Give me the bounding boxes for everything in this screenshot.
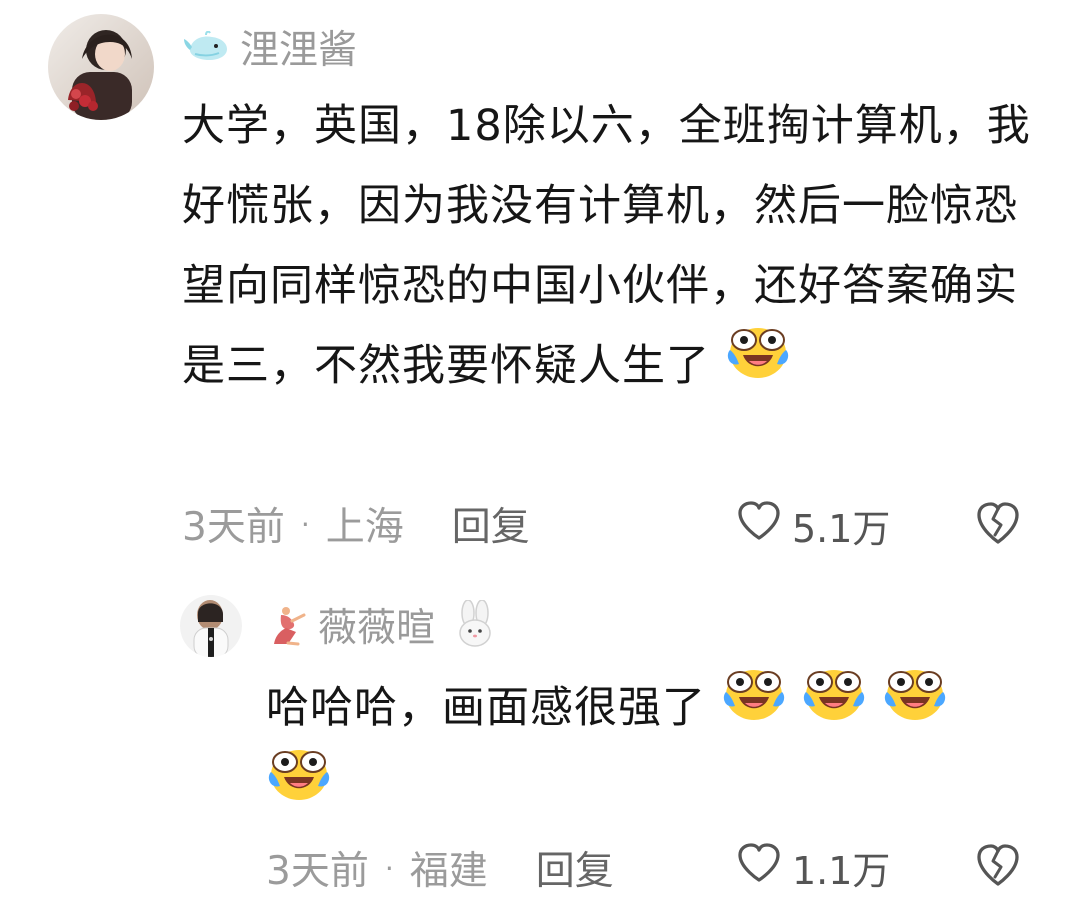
broken-heart-icon bbox=[977, 844, 1019, 886]
dislike-button-comment-2[interactable] bbox=[974, 842, 1022, 890]
avatar-comment-1[interactable] bbox=[48, 14, 154, 120]
laugh-cry-emoji-icon bbox=[801, 664, 867, 748]
dancer-icon bbox=[270, 604, 310, 646]
like-button-comment-2[interactable]: 1.1万 bbox=[736, 842, 891, 893]
comment-1: 浬浬酱 大学，英国，18除以六，全班掏计算机，我好慌张，因为我没有计算机，然后一… bbox=[0, 0, 1079, 570]
bunny-icon bbox=[453, 600, 497, 650]
location: 福建 bbox=[409, 849, 488, 894]
laugh-cry-emoji-icon bbox=[882, 664, 948, 748]
laugh-cry-emoji-icon bbox=[266, 744, 332, 828]
location: 上海 bbox=[325, 505, 404, 550]
laugh-cry-emoji-icon bbox=[725, 322, 791, 406]
comment-text: 大学，英国，18除以六，全班掏计算机，我好慌张，因为我没有计算机，然后一脸惊恐望… bbox=[182, 101, 1031, 391]
whale-icon bbox=[182, 31, 232, 63]
avatar-photo-1 bbox=[48, 14, 154, 120]
timestamp: 3天前 bbox=[182, 505, 285, 550]
avatar-photo-2 bbox=[180, 595, 242, 657]
like-count: 1.1万 bbox=[792, 848, 891, 893]
reply-button[interactable]: 回复 bbox=[536, 840, 614, 896]
laugh-cry-emoji-icon bbox=[721, 664, 787, 748]
heart-outline-icon bbox=[736, 500, 782, 551]
comment-2: 薇薇暄 哈哈哈，画面感很强了 3天前 · 福建 回复 1.1万 bbox=[0, 570, 1079, 922]
meta-row-comment-2: 3天前 · 福建 回复 bbox=[266, 842, 614, 894]
comment-body-1: 大学，英国，18除以六，全班掏计算机，我好慌张，因为我没有计算机，然后一脸惊恐望… bbox=[182, 86, 1042, 406]
comment-body-2: 哈哈哈，画面感很强了 bbox=[266, 668, 996, 828]
user-row-comment-1: 浬浬酱 bbox=[182, 25, 357, 73]
separator-dot: · bbox=[300, 507, 310, 541]
user-row-comment-2: 薇薇暄 bbox=[270, 597, 497, 653]
heart-outline-icon bbox=[736, 842, 782, 893]
dislike-button-comment-1[interactable] bbox=[974, 500, 1022, 548]
username[interactable]: 薇薇暄 bbox=[318, 597, 435, 653]
like-count: 5.1万 bbox=[792, 506, 891, 551]
broken-heart-icon bbox=[977, 502, 1019, 544]
reply-button[interactable]: 回复 bbox=[452, 496, 530, 552]
avatar-comment-2[interactable] bbox=[180, 595, 242, 657]
like-button-comment-1[interactable]: 5.1万 bbox=[736, 500, 891, 551]
comment-text: 哈哈哈，画面感很强了 bbox=[266, 683, 706, 733]
timestamp: 3天前 bbox=[266, 849, 369, 894]
username[interactable]: 浬浬酱 bbox=[240, 19, 357, 75]
meta-row-comment-1: 3天前 · 上海 回复 bbox=[182, 498, 530, 550]
separator-dot: · bbox=[384, 851, 394, 885]
